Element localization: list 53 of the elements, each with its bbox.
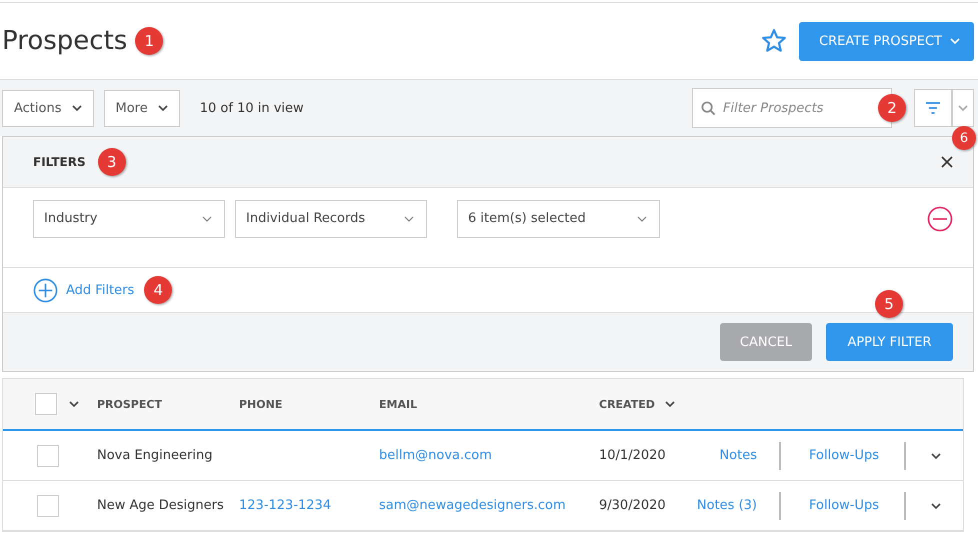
caret-icon	[930, 452, 940, 458]
select-all-checkbox[interactable]	[35, 393, 57, 415]
filter-icon	[925, 102, 941, 114]
remove-icon[interactable]	[927, 206, 953, 232]
actions-dropdown[interactable]: Actions	[2, 90, 94, 126]
cancel-button[interactable]: CANCEL	[720, 323, 812, 361]
callout-badge: 4	[144, 276, 172, 304]
filter-dropdown[interactable]	[952, 89, 974, 127]
field-select[interactable]: Industry	[33, 200, 225, 238]
callout-badge: 6	[952, 126, 976, 150]
mode-select[interactable]: Individual Records	[235, 200, 427, 238]
filters-title: FILTERS	[33, 155, 86, 169]
column-header: PROSPECT	[97, 398, 162, 410]
row-checkbox[interactable]	[37, 444, 59, 466]
column-header: PHONE	[239, 398, 282, 410]
column-header: EMAIL	[379, 398, 418, 410]
phone-link[interactable]: 123-123-1234	[239, 498, 332, 513]
create-prospect-button[interactable]: CREATE PROSPECT	[799, 22, 974, 60]
caret-icon	[950, 38, 960, 44]
caret-icon	[637, 216, 647, 222]
filter-button[interactable]	[914, 89, 952, 127]
callout-badge: 2	[878, 94, 906, 122]
table-cell: New Age Designers	[97, 498, 224, 513]
caret-icon	[202, 216, 212, 222]
notes-link[interactable]: Notes	[719, 448, 757, 462]
page-title: Prospects	[2, 26, 128, 56]
add-icon	[33, 278, 58, 302]
caret-icon	[664, 401, 675, 407]
notes-link[interactable]: Notes (3)	[696, 498, 757, 512]
caret-icon	[158, 105, 168, 111]
add-filters-link[interactable]: Add Filters	[33, 278, 134, 302]
row-checkbox[interactable]	[37, 494, 59, 516]
star-icon[interactable]	[761, 28, 788, 54]
follow-ups-link[interactable]: Follow-Ups	[809, 498, 880, 512]
follow-ups-link[interactable]: Follow-Ups	[809, 448, 880, 462]
table-cell: 9/30/2020	[599, 498, 666, 513]
view-count: 10 of 10 in view	[200, 100, 304, 116]
caret-icon	[930, 502, 940, 508]
email-link[interactable]: sam@newagedesigners.com	[379, 498, 566, 513]
caret-icon	[958, 105, 968, 111]
close-icon[interactable]	[941, 156, 953, 168]
column-header[interactable]: CREATED	[599, 398, 655, 410]
caret-icon	[69, 401, 79, 407]
more-dropdown[interactable]: More	[104, 90, 180, 126]
table-cell: 10/1/2020	[599, 448, 666, 463]
email-link[interactable]: bellm@nova.com	[379, 448, 492, 463]
value-select[interactable]: 6 item(s) selected	[457, 200, 660, 238]
caret-icon	[404, 216, 414, 222]
table-cell: Nova Engineering	[97, 448, 212, 463]
callout-badge: 3	[98, 148, 126, 176]
caret-icon	[72, 105, 82, 111]
apply-filter-button[interactable]: APPLY FILTER	[826, 323, 953, 361]
callout-badge: 1	[135, 27, 164, 55]
